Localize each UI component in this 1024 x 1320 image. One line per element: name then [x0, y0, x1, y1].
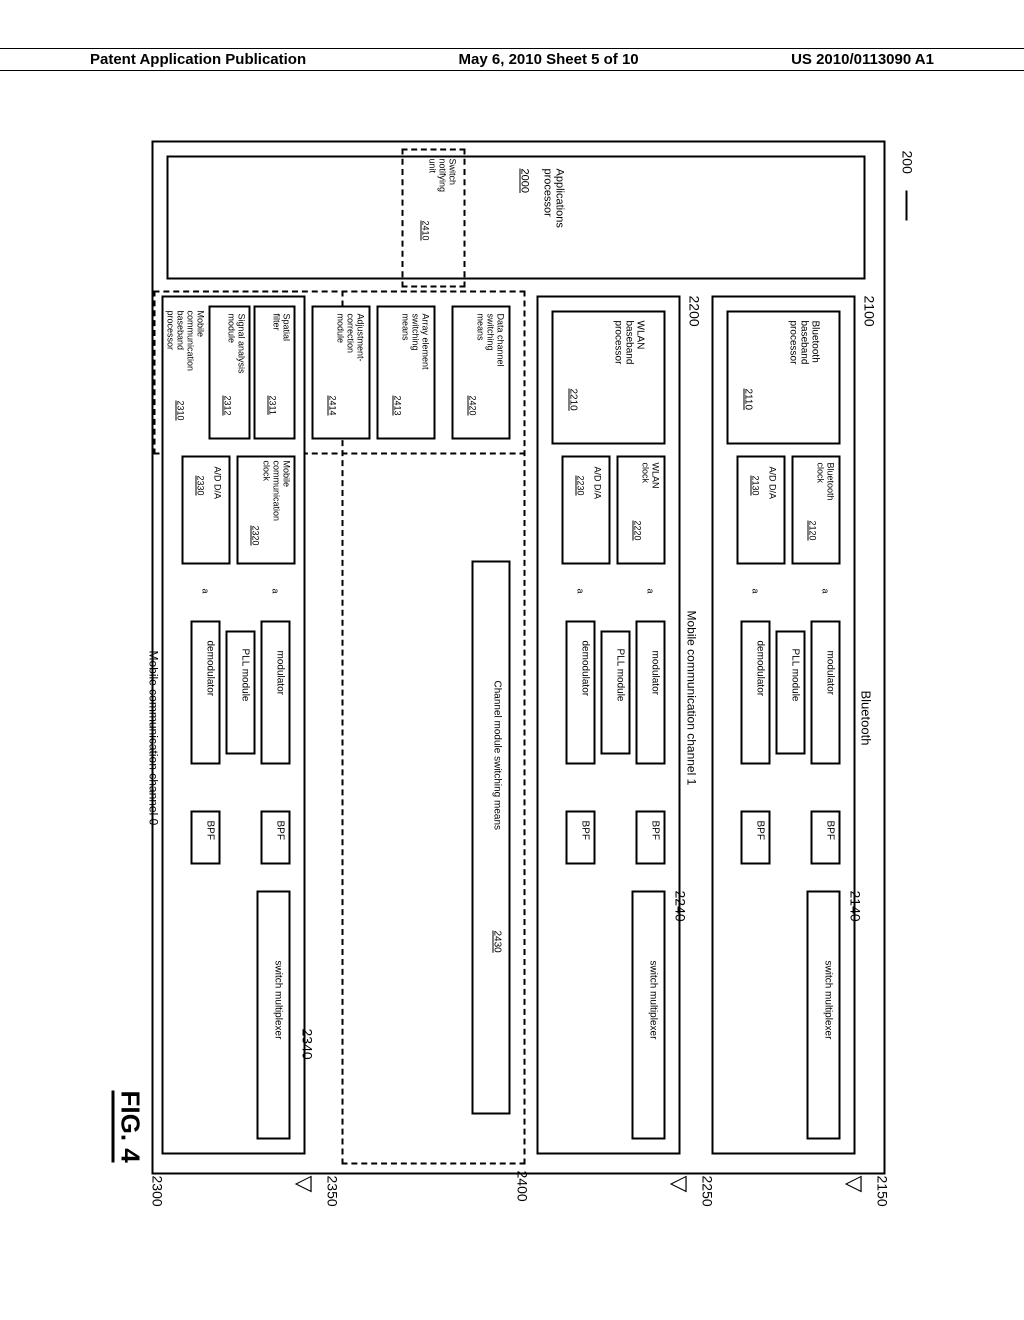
ch-sw-box [472, 561, 511, 1115]
mc-pll-label: PLL module [240, 649, 251, 702]
ch-sw-ref: 2430 [492, 931, 503, 953]
apps-processor-ref: 2000 [519, 169, 531, 193]
ch-sw-label: Channel module switching means [492, 681, 503, 831]
wlan-demod-label: demodulator [580, 641, 591, 697]
mc-bb-label: Mobile communication baseband processor [166, 311, 206, 372]
mc-ad-ref: 2330 [196, 476, 206, 496]
wlan-baseband-label: WLAN baseband processor [613, 321, 646, 365]
bt-mux-label: switch multiplexer [823, 961, 834, 1040]
adj-ref: 2414 [328, 396, 338, 416]
bt-baseband-label: Bluetooth baseband processor [788, 321, 821, 365]
wlan-ad-ref: 2230 [576, 476, 586, 496]
bt-antenna-icon: ▽ [844, 1176, 866, 1193]
mc-clock-ref: 2320 [251, 526, 261, 546]
bt-ad-box [737, 456, 786, 565]
wlan-bpf2-label: BPF [580, 821, 591, 840]
sig-ref: 2312 [223, 396, 233, 416]
mc-mux-ref: 2340 [300, 1029, 316, 1060]
wlan-mux-label: switch multiplexer [648, 961, 659, 1040]
header-right: US 2010/0113090 A1 [791, 51, 934, 68]
spatial-ref: 2311 [268, 396, 278, 415]
page: Patent Application Publication May 6, 20… [0, 0, 1024, 1320]
mc-demod-label: demodulator [205, 641, 216, 697]
mc-ad-label: A/D D/A [213, 467, 223, 500]
data-sw-label: Data channel switching means [476, 314, 506, 367]
mc-a1: a [271, 589, 281, 594]
mc-bpf1-label: BPF [275, 821, 286, 840]
wlan-baseband-ref: 2210 [568, 389, 579, 411]
mc-title: Mobile communication channel 0 [147, 651, 161, 826]
wlan-ad-box [562, 456, 611, 565]
wlan-baseband-box [552, 311, 666, 445]
ref-main: 200 [900, 151, 916, 174]
mc-clock-label: Mobile communication clock [262, 461, 292, 522]
bt-bpf1-label: BPF [825, 821, 836, 840]
wlan-a1: a [646, 589, 656, 594]
arr-sw-label: Array element switching means [401, 314, 431, 370]
header-left: Patent Application Publication [90, 51, 306, 68]
bt-mux-ref: 2140 [848, 891, 864, 922]
arr-sw-ref: 2413 [393, 396, 403, 416]
mc-antenna-icon: ▽ [294, 1176, 316, 1193]
bt-ad-ref: 2130 [751, 476, 761, 496]
bt-group-ref: 2100 [862, 296, 878, 327]
arrow-line [906, 191, 908, 221]
bt-baseband-ref: 2110 [743, 389, 754, 411]
switch-notify-ref: 2410 [421, 221, 431, 241]
bt-a1: a [821, 589, 831, 594]
switch-notify-label: Switch notifying unit [428, 159, 458, 193]
mc-ad-box [182, 456, 231, 565]
wlan-a2: a [576, 589, 586, 594]
wlan-modulator-label: modulator [650, 651, 661, 695]
wlan-clock-ref: 2220 [633, 521, 643, 541]
bt-modulator-label: modulator [825, 651, 836, 695]
bt-a2: a [751, 589, 761, 594]
mc-modulator-label: modulator [275, 651, 286, 695]
wlan-mux-ref: 2240 [673, 891, 689, 922]
apps-processor-label: Applications processor [542, 169, 566, 228]
wlan-ad-label: A/D D/A [593, 467, 603, 500]
mc-bb-ref: 2310 [176, 401, 186, 421]
apps-processor-box [167, 156, 866, 280]
bt-clock-ref: 2120 [808, 521, 818, 541]
spatial-label: Spatial filter [272, 314, 292, 342]
wlan-antenna-icon: ▽ [669, 1176, 691, 1193]
data-sw-ref: 2420 [468, 396, 478, 416]
sig-label: Signal analysis module [227, 314, 247, 374]
bt-demod-label: demodulator [755, 641, 766, 697]
wlan-clock-label: WLAN clock [641, 463, 661, 489]
mc-bpf2-label: BPF [205, 821, 216, 840]
wlan-group-ref: 2200 [687, 296, 703, 327]
figure-wrapper: 200 Applications processor 2000 Switch n… [0, 253, 1024, 1068]
wlan-title: Mobile communication channel 1 [685, 611, 699, 786]
figure: 200 Applications processor 2000 Switch n… [111, 131, 926, 1191]
wlan-antenna-ref: 2250 [700, 1176, 716, 1207]
bt-baseband-box [727, 311, 841, 445]
mc-antenna-ref: 2350 [325, 1176, 341, 1207]
mc-mux-label: switch multiplexer [273, 961, 284, 1040]
bt-ad-label: A/D D/A [768, 467, 778, 500]
mc-group-ref: 2300 [150, 1176, 166, 1207]
mc-a2: a [201, 589, 211, 594]
wlan-bpf1-label: BPF [650, 821, 661, 840]
bt-pll-label: PLL module [790, 649, 801, 702]
wlan-pll-label: PLL module [615, 649, 626, 702]
bluetooth-title: Bluetooth [859, 691, 874, 746]
figure-number: FIG. 4 [112, 1091, 146, 1163]
bt-antenna-ref: 2150 [875, 1176, 891, 1207]
switching-device-ref: 2400 [515, 1171, 531, 1202]
header-bar: Patent Application Publication May 6, 20… [0, 48, 1024, 71]
bt-clock-label: Bluetooth clock [816, 463, 836, 501]
bt-bpf2-label: BPF [755, 821, 766, 840]
header-center: May 6, 2010 Sheet 5 of 10 [459, 51, 639, 68]
adj-label: Adjustment- correction module [336, 314, 366, 362]
